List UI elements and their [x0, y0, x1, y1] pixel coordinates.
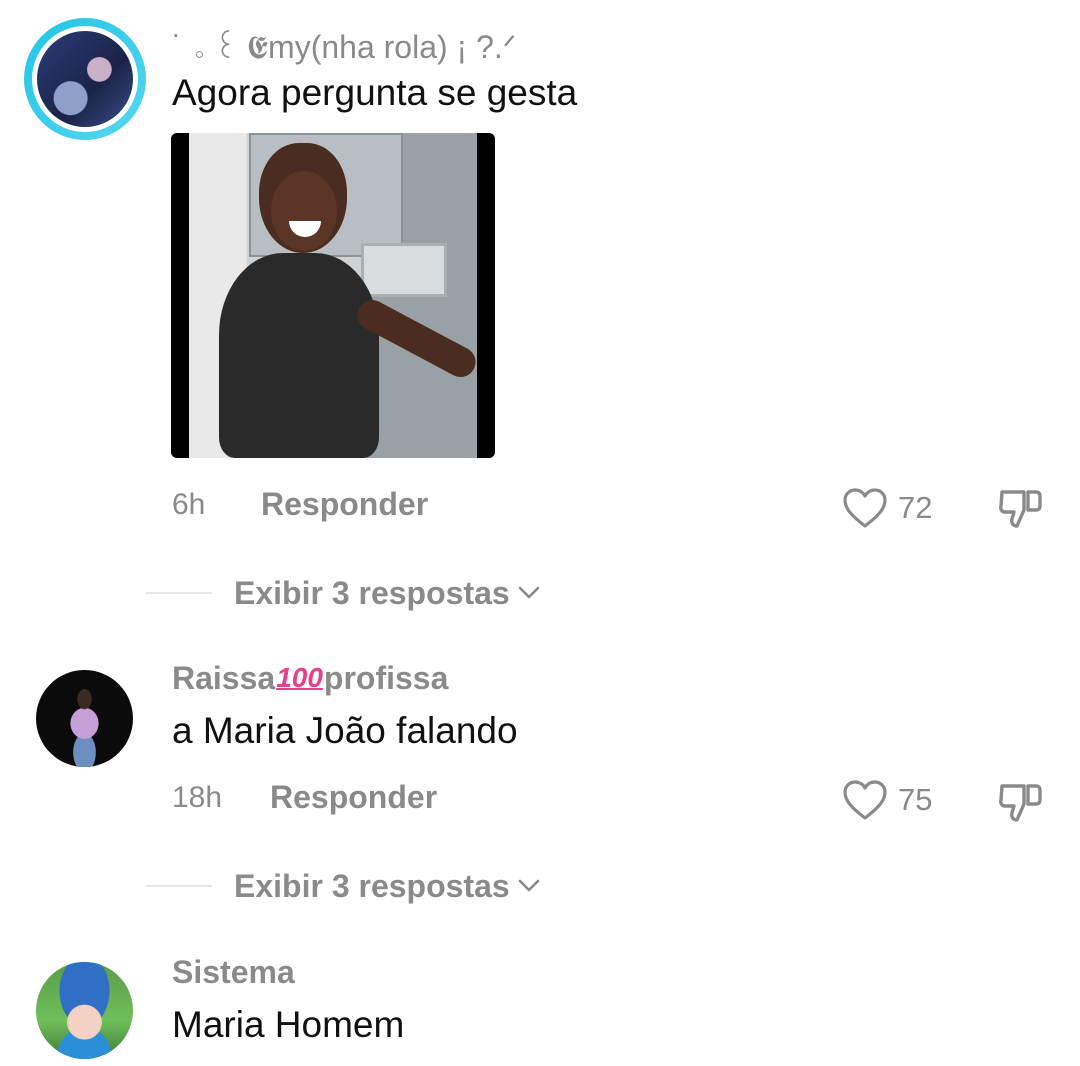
heart-outline-icon [843, 488, 887, 528]
comment-text: a Maria João falando [172, 710, 518, 751]
like-button[interactable]: 72 [842, 486, 932, 530]
dislike-button[interactable] [996, 486, 1044, 530]
avatar[interactable] [24, 18, 146, 140]
thumbs-down-outline-icon [999, 490, 1042, 528]
view-replies-label: Exibir 3 respostas [234, 574, 510, 611]
chevron-down-icon [518, 879, 539, 892]
avatar-image [36, 670, 133, 767]
comment-username[interactable]: Sistema [172, 954, 295, 991]
username-part: profissa [323, 660, 449, 696]
chevron-down-icon [518, 586, 539, 599]
heart-outline-icon [843, 780, 887, 820]
username-part: Raissa [172, 660, 276, 696]
comment-image[interactable] [171, 133, 495, 458]
comment-2: Raissa100profissa a Maria João falando 1… [0, 640, 1080, 910]
dislike-button[interactable] [996, 780, 1044, 824]
comment-text: Agora pergunta se gesta [172, 72, 578, 113]
comment-username[interactable]: ˙ ｡ ꒰ 𝕰my(nha rola) ¡ ?.ᐟ [172, 24, 516, 67]
avatar[interactable] [36, 670, 133, 767]
divider-line [146, 592, 212, 594]
avatar-image [36, 962, 133, 1059]
hundred-points-icon: 100 [276, 662, 323, 693]
comment-username[interactable]: Raissa100profissa [172, 660, 448, 697]
avatar-image [37, 31, 133, 127]
thumbs-down-outline-icon [999, 784, 1042, 822]
view-replies-button[interactable]: Exibir 3 respostas [146, 571, 540, 615]
comment-1: ˙ ｡ ꒰ 𝕰my(nha rola) ¡ ?.ᐟ Agora pergunta… [0, 0, 1080, 620]
view-replies-label: Exibir 3 respostas [234, 867, 510, 904]
view-replies-button[interactable]: Exibir 3 respostas [146, 864, 540, 908]
like-count: 72 [898, 490, 933, 525]
comment-timestamp: 18h [172, 781, 223, 814]
comment-text: Maria Homem [172, 1004, 405, 1045]
like-button[interactable]: 75 [842, 778, 932, 822]
divider-line [146, 885, 212, 887]
avatar[interactable] [36, 962, 133, 1059]
comment-3: Sistema Maria Homem [0, 940, 1080, 1066]
like-count: 75 [898, 782, 933, 817]
reply-button[interactable]: Responder [270, 779, 437, 816]
comment-timestamp: 6h [172, 488, 206, 521]
reply-button[interactable]: Responder [261, 486, 428, 523]
